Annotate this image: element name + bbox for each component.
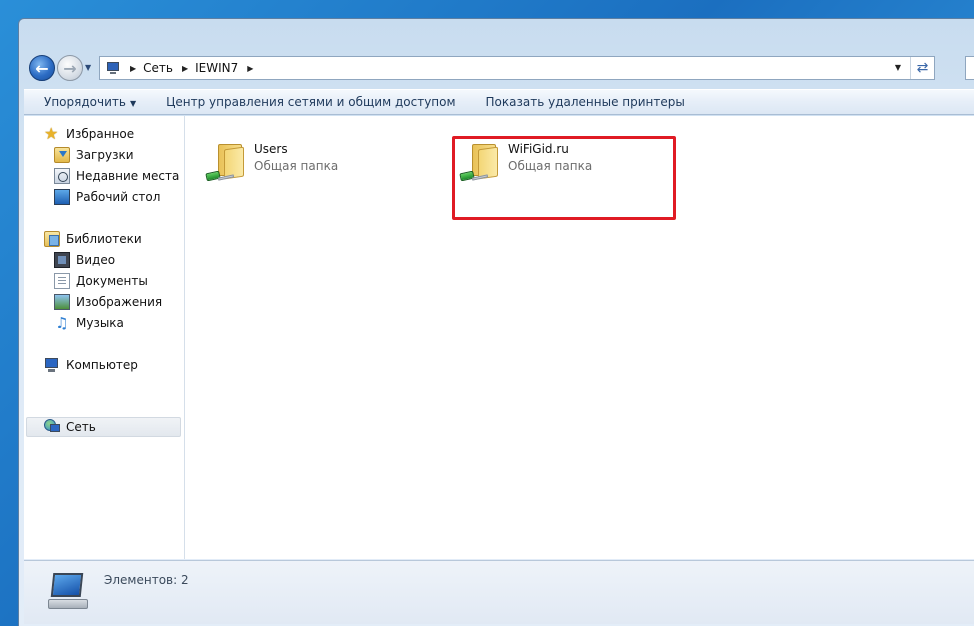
documents-library-icon (54, 273, 70, 289)
refresh-icon: ⇄ (916, 60, 929, 76)
network-center-button[interactable]: Центр управления сетями и общим доступом (151, 95, 470, 109)
forward-arrow-icon: → (63, 58, 77, 78)
folder-type: Общая папка (254, 159, 339, 173)
item-count: Элементов: 2 (104, 573, 189, 587)
details-pane: Элементов: 2 (24, 560, 974, 624)
nav-video-label: Видео (76, 253, 116, 267)
computer-icon (44, 357, 60, 373)
refresh-button[interactable]: ⇄ (910, 57, 934, 79)
nav-images[interactable]: Изображения (54, 292, 162, 312)
nav-network-label: Сеть (66, 420, 96, 434)
address-bar-row: ← → ▼ ▶ Сеть ▶ IEWIN7 ▶ ▼ ⇄ (27, 53, 974, 85)
navigation-pane: ★ Избранное Загрузки Недавние места Рабо… (24, 116, 185, 559)
nav-downloads[interactable]: Загрузки (54, 145, 134, 165)
show-printers-button[interactable]: Показать удаленные принтеры (471, 95, 700, 109)
nav-desktop-label: Рабочий стол (76, 190, 161, 204)
content-area: ★ Избранное Загрузки Недавние места Рабо… (24, 116, 974, 559)
nav-recent[interactable]: Недавние места (54, 166, 179, 186)
computer-icon (106, 61, 122, 75)
breadcrumb-computer[interactable]: IEWIN7 (195, 61, 238, 75)
star-icon: ★ (44, 124, 59, 143)
nav-music-label: Музыка (76, 316, 124, 330)
libraries-icon (44, 231, 60, 247)
nav-documents[interactable]: Документы (54, 271, 148, 291)
nav-downloads-label: Загрузки (76, 148, 134, 162)
nav-documents-label: Документы (76, 274, 148, 288)
pictures-library-icon (54, 294, 70, 310)
address-history-dropdown[interactable]: ▼ (890, 57, 906, 79)
back-arrow-icon: ← (35, 58, 49, 78)
address-field[interactable]: ▶ Сеть ▶ IEWIN7 ▶ ▼ ⇄ (99, 56, 935, 80)
back-button[interactable]: ← (29, 55, 55, 81)
organize-label: Упорядочить (44, 95, 126, 109)
nav-music[interactable]: ♫ Музыка (54, 313, 124, 333)
nav-desktop[interactable]: Рабочий стол (54, 187, 160, 207)
chevron-down-icon: ▼ (129, 99, 137, 108)
organize-button[interactable]: Упорядочить ▼ (24, 95, 151, 109)
file-list: Users Общая папка WiFiGid.ru Общая папка (186, 116, 974, 559)
folder-name: Users (254, 142, 288, 156)
search-input[interactable] (965, 56, 974, 80)
recent-places-icon (54, 168, 70, 184)
nav-favorites[interactable]: ★ Избранное (44, 124, 134, 144)
nav-libraries[interactable]: Библиотеки (44, 229, 142, 249)
computer-icon (46, 571, 92, 611)
shared-folder-icon (198, 138, 248, 188)
highlight-box (452, 136, 676, 220)
nav-computer[interactable]: Компьютер (44, 355, 138, 375)
music-note-icon: ♫ (55, 314, 69, 332)
nav-recent-label: Недавние места (76, 169, 180, 183)
chevron-right-icon[interactable]: ▶ (247, 64, 253, 73)
nav-libraries-label: Библиотеки (66, 232, 142, 246)
explorer-window: ← → ▼ ▶ Сеть ▶ IEWIN7 ▶ ▼ ⇄ Упорядочить ▼… (18, 18, 974, 626)
nav-network[interactable]: Сеть (26, 417, 181, 437)
nav-favorites-label: Избранное (66, 127, 135, 141)
breadcrumb-network[interactable]: Сеть (143, 61, 173, 75)
nav-computer-label: Компьютер (66, 358, 138, 372)
downloads-folder-icon (54, 147, 70, 163)
network-icon (44, 419, 60, 435)
recent-pages-dropdown[interactable]: ▼ (85, 63, 95, 73)
chevron-right-icon[interactable]: ▶ (130, 64, 136, 73)
nav-images-label: Изображения (76, 295, 163, 309)
shared-folder-item[interactable]: Users Общая папка (198, 138, 418, 194)
command-bar: Упорядочить ▼ Центр управления сетями и о… (24, 89, 974, 115)
forward-button[interactable]: → (57, 55, 83, 81)
video-library-icon (54, 252, 70, 268)
desktop-icon (54, 189, 70, 205)
chevron-right-icon[interactable]: ▶ (182, 64, 188, 73)
nav-video[interactable]: Видео (54, 250, 115, 270)
